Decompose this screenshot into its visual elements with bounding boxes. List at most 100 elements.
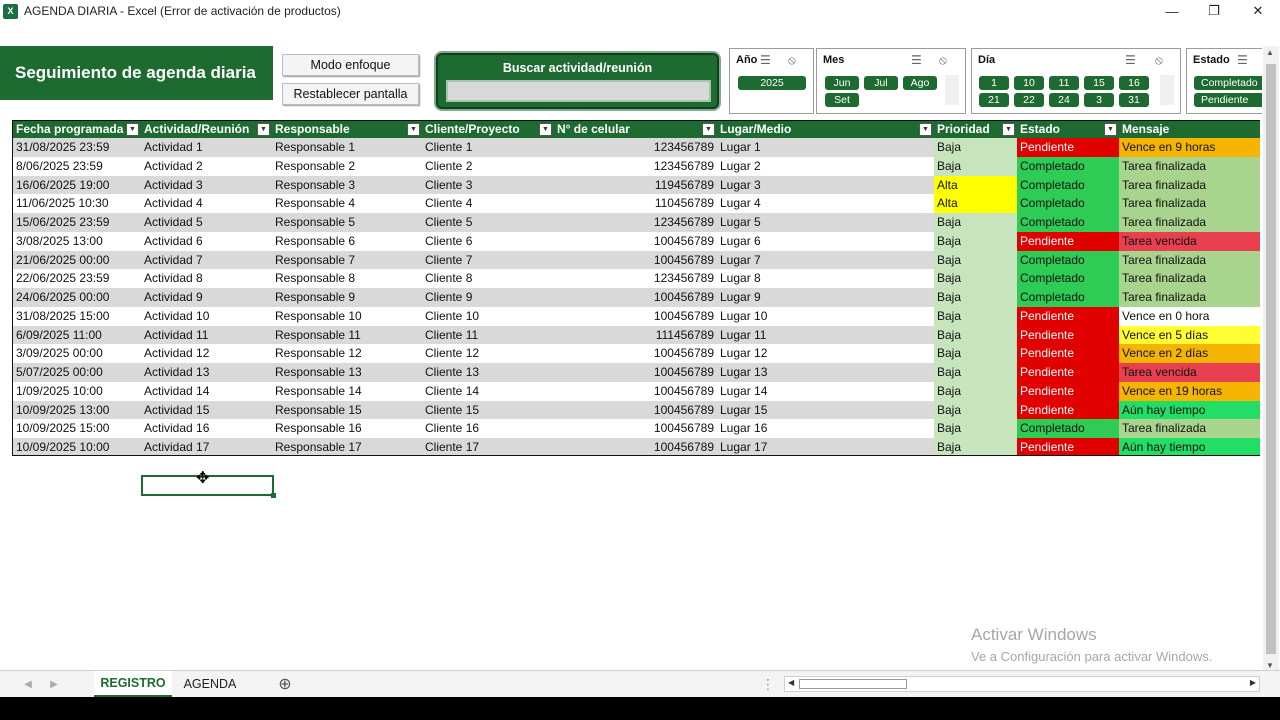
cell-lugar[interactable]: Lugar 11 <box>717 326 934 345</box>
cell-cliente[interactable]: Cliente 17 <box>422 438 554 455</box>
cell-lugar[interactable]: Lugar 17 <box>717 438 934 455</box>
cell-actividad[interactable]: Actividad 16 <box>141 419 272 438</box>
multi-select-icon[interactable]: ☰ <box>911 53 922 67</box>
cell-celular[interactable]: 123456789 <box>554 213 717 232</box>
cell-celular[interactable]: 100456789 <box>554 401 717 420</box>
tab-agenda[interactable]: AGENDA <box>176 671 244 697</box>
cell-mensaje[interactable]: Aún hay tiempo <box>1119 400 1260 420</box>
cell-fecha[interactable]: 22/06/2025 23:59 <box>13 269 141 288</box>
cell-responsable[interactable]: Responsable 5 <box>272 213 422 232</box>
cell-responsable[interactable]: Responsable 1 <box>272 138 422 157</box>
cell-responsable[interactable]: Responsable 2 <box>272 157 422 176</box>
multi-select-icon[interactable]: ☰ <box>1237 53 1248 67</box>
slicer-scrollbar[interactable] <box>945 75 959 105</box>
tab-split-handle[interactable]: ⋮ <box>760 671 776 697</box>
reset-screen-button[interactable]: Restablecer pantalla <box>282 83 419 105</box>
cell-cliente[interactable]: Cliente 4 <box>422 194 554 213</box>
cell-estado[interactable]: Pendiente <box>1017 363 1119 382</box>
cell-prioridad[interactable]: Baja <box>934 231 1017 251</box>
slicer-day-item[interactable]: 21 <box>979 93 1009 107</box>
cell-fecha[interactable]: 3/09/2025 00:00 <box>13 344 141 363</box>
cell-prioridad[interactable]: Baja <box>934 156 1017 176</box>
cell-cliente[interactable]: Cliente 5 <box>422 213 554 232</box>
vertical-scrollbar[interactable]: ▲ ▼ <box>1263 46 1279 672</box>
cell-estado[interactable]: Completado <box>1017 250 1119 270</box>
vertical-scroll-thumb[interactable] <box>1266 64 1276 654</box>
cell-celular[interactable]: 111456789 <box>554 326 717 345</box>
cell-celular[interactable]: 100456789 <box>554 438 717 455</box>
slicer-month-item[interactable]: Ago <box>903 76 937 90</box>
cell-responsable[interactable]: Responsable 15 <box>272 401 422 420</box>
cell-mensaje[interactable]: Vence en 0 hora <box>1119 306 1260 326</box>
cell-responsable[interactable]: Responsable 3 <box>272 176 422 195</box>
cell-lugar[interactable]: Lugar 8 <box>717 269 934 288</box>
cell-celular[interactable]: 100456789 <box>554 363 717 382</box>
scroll-right-icon[interactable]: ▶ <box>1250 678 1256 687</box>
scroll-down-icon[interactable]: ▼ <box>1266 661 1274 670</box>
cell-actividad[interactable]: Actividad 4 <box>141 194 272 213</box>
cell-prioridad[interactable]: Baja <box>934 344 1017 363</box>
cell-prioridad[interactable]: Baja <box>934 400 1017 420</box>
filter-dropdown-icon[interactable]: ▼ <box>702 123 715 136</box>
cell-fecha[interactable]: 16/06/2025 19:00 <box>13 176 141 195</box>
cell-estado[interactable]: Pendiente <box>1017 306 1119 326</box>
search-input[interactable] <box>446 80 711 102</box>
cell-actividad[interactable]: Actividad 2 <box>141 157 272 176</box>
cell-prioridad[interactable]: Baja <box>934 419 1017 438</box>
cell-lugar[interactable]: Lugar 7 <box>717 251 934 270</box>
slicer-day-item[interactable]: 16 <box>1119 76 1149 90</box>
slicer-month-item[interactable]: Set <box>825 93 859 107</box>
cell-prioridad[interactable]: Baja <box>934 381 1017 401</box>
cell-prioridad[interactable]: Baja <box>934 269 1017 288</box>
filter-dropdown-icon[interactable]: ▼ <box>539 123 552 136</box>
slicer-day-item[interactable]: 3 <box>1084 93 1114 107</box>
next-sheet-icon[interactable]: ▶ <box>44 671 64 697</box>
cell-cliente[interactable]: Cliente 15 <box>422 401 554 420</box>
cell-fecha[interactable]: 31/08/2025 23:59 <box>13 138 141 157</box>
slicer-year-item[interactable]: 2025 <box>738 76 806 90</box>
cell-fecha[interactable]: 5/07/2025 00:00 <box>13 363 141 382</box>
cell-responsable[interactable]: Responsable 12 <box>272 344 422 363</box>
cell-lugar[interactable]: Lugar 15 <box>717 401 934 420</box>
cell-actividad[interactable]: Actividad 3 <box>141 176 272 195</box>
close-icon[interactable]: ✕ <box>1236 0 1280 22</box>
horizontal-scrollbar[interactable]: ◀ ▶ <box>784 676 1260 692</box>
cell-mensaje[interactable]: Tarea finalizada <box>1119 288 1260 307</box>
cell-celular[interactable]: 119456789 <box>554 176 717 195</box>
cell-mensaje[interactable]: Tarea vencida <box>1119 231 1260 251</box>
cell-actividad[interactable]: Actividad 13 <box>141 363 272 382</box>
cell-responsable[interactable]: Responsable 7 <box>272 251 422 270</box>
clear-filter-icon[interactable]: ⦸ <box>939 53 947 68</box>
cell-estado[interactable]: Pendiente <box>1017 325 1119 345</box>
cell-actividad[interactable]: Actividad 8 <box>141 269 272 288</box>
cell-responsable[interactable]: Responsable 17 <box>272 438 422 455</box>
cell-responsable[interactable]: Responsable 16 <box>272 419 422 438</box>
cell-cliente[interactable]: Cliente 8 <box>422 269 554 288</box>
cell-prioridad[interactable]: Alta <box>934 194 1017 213</box>
cell-mensaje[interactable]: Tarea finalizada <box>1119 175 1260 195</box>
clear-filter-icon[interactable]: ⦸ <box>788 53 796 68</box>
cell-mensaje[interactable]: Tarea finalizada <box>1119 250 1260 270</box>
cell-celular[interactable]: 100456789 <box>554 251 717 270</box>
cell-responsable[interactable]: Responsable 10 <box>272 307 422 326</box>
multi-select-icon[interactable]: ☰ <box>1125 53 1136 67</box>
cell-mensaje[interactable]: Tarea finalizada <box>1119 213 1260 232</box>
cell-celular[interactable]: 123456789 <box>554 157 717 176</box>
cell-mensaje[interactable]: Vence en 19 horas <box>1119 381 1260 401</box>
filter-dropdown-icon[interactable]: ▼ <box>126 123 139 136</box>
minimize-icon[interactable]: — <box>1150 0 1194 22</box>
filter-dropdown-icon[interactable]: ▼ <box>407 123 420 136</box>
cell-estado[interactable]: Completado <box>1017 156 1119 176</box>
cell-actividad[interactable]: Actividad 17 <box>141 438 272 455</box>
cell-estado[interactable]: Pendiente <box>1017 438 1119 455</box>
cell-mensaje[interactable]: Tarea vencida <box>1119 363 1260 382</box>
cell-estado[interactable]: Completado <box>1017 175 1119 195</box>
cell-lugar[interactable]: Lugar 9 <box>717 288 934 307</box>
cell-mensaje[interactable]: Aún hay tiempo <box>1119 438 1260 455</box>
cell-cliente[interactable]: Cliente 16 <box>422 419 554 438</box>
cell-cliente[interactable]: Cliente 12 <box>422 344 554 363</box>
slicer-status-item[interactable]: Pendiente <box>1194 93 1262 107</box>
scroll-left-icon[interactable]: ◀ <box>788 678 794 687</box>
cell-celular[interactable]: 100456789 <box>554 232 717 251</box>
filter-dropdown-icon[interactable]: ▼ <box>919 123 932 136</box>
